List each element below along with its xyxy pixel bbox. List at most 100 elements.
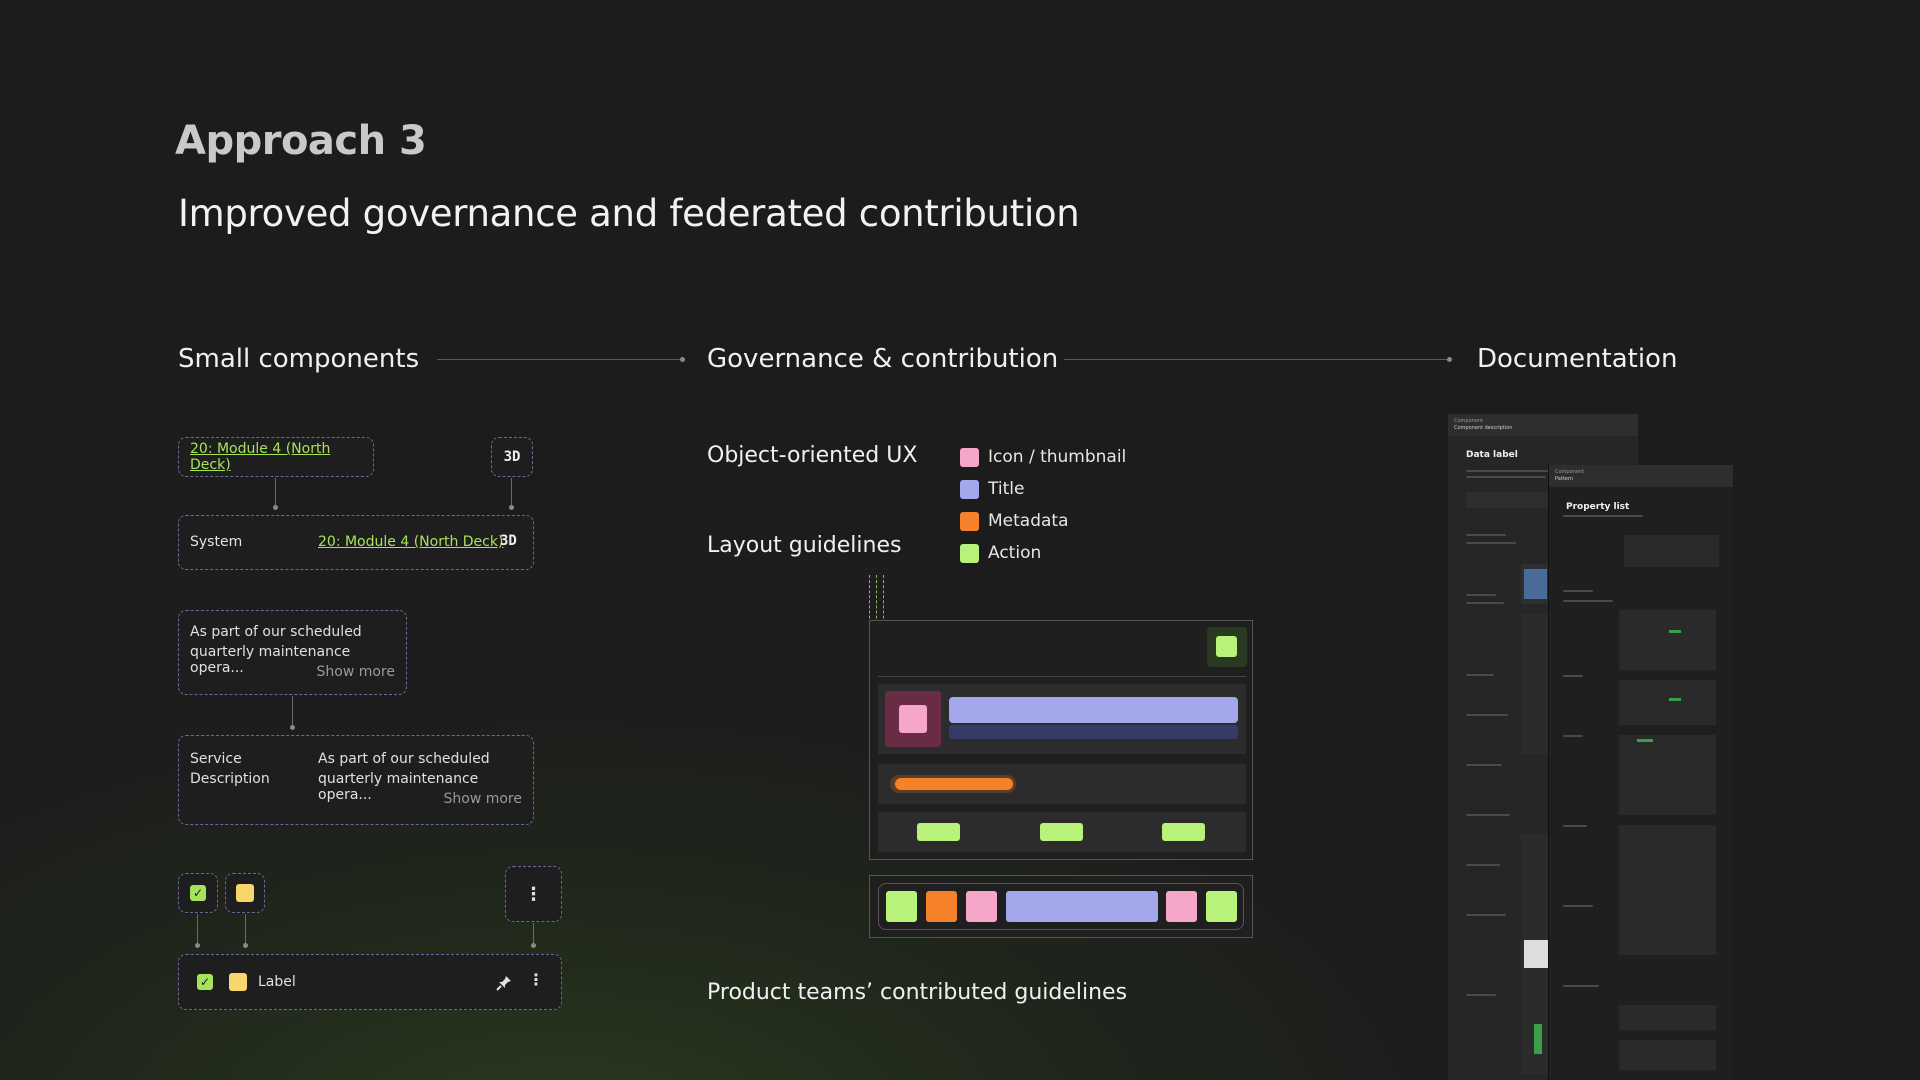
- doc1-sub: Component description: [1454, 425, 1513, 431]
- strip-mockup: [869, 875, 1253, 938]
- service-show-more[interactable]: Show more: [444, 791, 523, 807]
- connector-v4-dot: [195, 943, 200, 948]
- label-row-yellow-icon: [229, 973, 247, 991]
- show-more-link[interactable]: Show more: [317, 664, 396, 680]
- doc2-box-2: [1619, 610, 1716, 670]
- strip-pink-2: [1166, 891, 1197, 922]
- legend-swatch-orange: [960, 511, 979, 531]
- connector-v1-dot: [273, 505, 278, 510]
- title-bar: [949, 697, 1238, 723]
- doc-line: [1466, 534, 1506, 536]
- service-label-1: Service: [190, 751, 242, 767]
- system-badge-3d: 3D: [500, 533, 517, 549]
- system-row[interactable]: System 20: Module 4 (North Deck) 3D: [178, 515, 534, 570]
- layout-mockup: [869, 620, 1253, 860]
- connector-line-2: [1064, 359, 1448, 360]
- connector-v5: [245, 914, 246, 945]
- legend-swatch-pink: [960, 447, 979, 467]
- doc-line: [1466, 864, 1500, 866]
- strip-green-1: [886, 891, 917, 922]
- legend-metadata: Metadata: [960, 511, 1069, 531]
- connector-line-1: [437, 359, 681, 360]
- doc-line: [1466, 714, 1508, 716]
- connector-dot-1: [680, 357, 685, 362]
- connector-v2: [511, 478, 512, 507]
- connector-v4: [197, 914, 198, 945]
- legend-swatch-green: [960, 543, 979, 563]
- section-documentation: Documentation: [1477, 344, 1678, 374]
- connector-dot-2: [1447, 357, 1452, 362]
- doc-line: [1563, 675, 1583, 677]
- doc1-column: [1521, 614, 1549, 754]
- checkbox-atom[interactable]: ✓: [178, 873, 218, 913]
- module-chip-link[interactable]: 20: Module 4 (North Deck): [190, 441, 373, 473]
- doc1-thumb-white: [1524, 940, 1548, 968]
- doc2-box-5: [1619, 825, 1716, 955]
- more-vertical-icon[interactable]: ⋮: [525, 884, 543, 905]
- badge-3d: 3D: [503, 449, 521, 465]
- strip-pink-1: [966, 891, 997, 922]
- doc-line: [1466, 994, 1496, 996]
- doc1-green-bar: [1534, 1024, 1542, 1054]
- doc1-thumb-img: [1524, 569, 1547, 599]
- doc-line: [1563, 735, 1583, 737]
- doc2-box-4: [1619, 735, 1716, 815]
- strip-orange: [926, 891, 957, 922]
- legend-icon-thumbnail: Icon / thumbnail: [960, 447, 1126, 467]
- doc1-kicker: Component: [1454, 418, 1484, 424]
- service-text-1: As part of our scheduled: [318, 751, 490, 767]
- legend-action: Action: [960, 543, 1041, 563]
- doc2-box-6: [1619, 1005, 1716, 1030]
- legend-label: Title: [988, 479, 1025, 499]
- yellow-atom[interactable]: [225, 873, 265, 913]
- pin-icon[interactable]: [495, 974, 513, 992]
- legend-title: Title: [960, 479, 1024, 499]
- metadata-pill: [895, 778, 1013, 790]
- legend-label: Metadata: [988, 511, 1069, 531]
- doc-line: [1466, 476, 1546, 478]
- connector-v3: [292, 696, 293, 727]
- title-shadow-bar: [949, 725, 1238, 739]
- service-description-row[interactable]: Service Description As part of our sched…: [178, 735, 534, 825]
- action-button-2: [1040, 823, 1083, 841]
- system-label: System: [190, 534, 243, 550]
- object-oriented-ux: Object-oriented UX: [707, 443, 918, 468]
- doc-line: [1466, 914, 1506, 916]
- legend-label: Icon / thumbnail: [988, 447, 1127, 467]
- connector-v6: [533, 923, 534, 945]
- action-icon: [1216, 636, 1237, 657]
- label-row-checkbox-icon[interactable]: ✓: [197, 974, 213, 990]
- system-link[interactable]: 20: Module 4 (North Deck): [318, 534, 503, 550]
- doc2-title: Property list: [1566, 502, 1630, 512]
- checkbox-checked-icon[interactable]: ✓: [190, 885, 206, 901]
- doc1-title: Data label: [1466, 450, 1518, 460]
- thumbnail-icon: [899, 705, 927, 733]
- connector-v1: [275, 478, 276, 507]
- doc-line: [1563, 905, 1593, 907]
- legend-label: Action: [988, 543, 1042, 563]
- description-card[interactable]: As part of our scheduled quarterly maint…: [178, 610, 407, 695]
- doc2-green-mark-3: [1637, 739, 1653, 742]
- layout-guidelines: Layout guidelines: [707, 533, 902, 558]
- badge-3d-box[interactable]: 3D: [491, 437, 533, 477]
- doc-line: [1466, 602, 1504, 604]
- action-button-3: [1162, 823, 1205, 841]
- label-row-text: Label: [258, 974, 296, 990]
- strip-title: [1006, 891, 1158, 922]
- doc-line: [1466, 764, 1502, 766]
- label-row[interactable]: ✓ Label ⋮: [178, 954, 562, 1010]
- mockup-divider: [878, 676, 1246, 677]
- doc2-box-3: [1619, 680, 1716, 725]
- yellow-square-icon: [236, 884, 254, 902]
- section-small-components: Small components: [178, 344, 420, 374]
- service-label-2: Description: [190, 771, 270, 787]
- more-atom[interactable]: ⋮: [505, 866, 562, 922]
- label-row-more-icon[interactable]: ⋮: [528, 970, 544, 989]
- module-chip[interactable]: 20: Module 4 (North Deck): [178, 437, 374, 477]
- doc-line: [1466, 674, 1494, 676]
- action-button-1: [917, 823, 960, 841]
- doc-line: [1466, 594, 1496, 596]
- doc2-green-mark: [1669, 630, 1681, 633]
- doc-line: [1466, 814, 1510, 816]
- doc-line: [1563, 590, 1593, 592]
